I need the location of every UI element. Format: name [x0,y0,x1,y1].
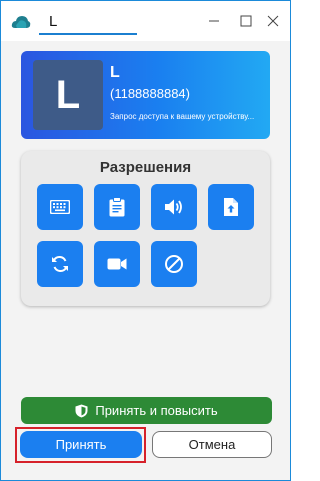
accept-and-elevate-label: Принять и повысить [95,403,218,418]
close-icon[interactable] [265,13,281,29]
permission-restart-button[interactable] [37,241,83,287]
permission-audio-button[interactable] [151,184,197,230]
permissions-title: Разрешения [99,159,192,176]
shield-icon [75,404,88,417]
minimize-icon[interactable] [206,13,222,29]
cancel-button[interactable]: Отмена [152,431,272,458]
permission-clipboard-button[interactable] [94,184,140,230]
permission-file-transfer-button[interactable] [208,184,254,230]
user-name: L [110,64,120,81]
permission-recording-button[interactable] [94,241,140,287]
permission-keyboard-button[interactable] [37,184,83,230]
title-tab[interactable]: L [39,9,137,35]
permission-block-input-button[interactable] [151,241,197,287]
clipboard-icon [109,197,125,217]
user-card: L L (1188888884) Запрос доступа к вашему… [21,51,270,139]
cloud-app-icon [11,16,31,28]
permissions-panel: Разрешения [21,151,270,306]
block-icon [165,255,183,273]
connection-window: L L L (1188888884) Запрос доступа к ваше… [0,0,291,481]
video-camera-icon [107,258,127,270]
refresh-icon [52,255,68,273]
tab-underline [39,33,137,35]
avatar: L [33,60,103,130]
accept-and-elevate-button[interactable]: Принять и повысить [21,397,272,424]
file-upload-icon [224,198,238,216]
maximize-icon[interactable] [238,13,254,29]
access-request-note: Запрос доступа к вашему устройству... [110,112,255,121]
keyboard-icon [50,200,70,214]
speaker-icon [165,199,182,215]
title-bar: L [1,1,290,41]
window-title: L [49,13,58,30]
user-id: (1188888884) [110,86,190,101]
accept-button[interactable]: Принять [20,431,142,458]
